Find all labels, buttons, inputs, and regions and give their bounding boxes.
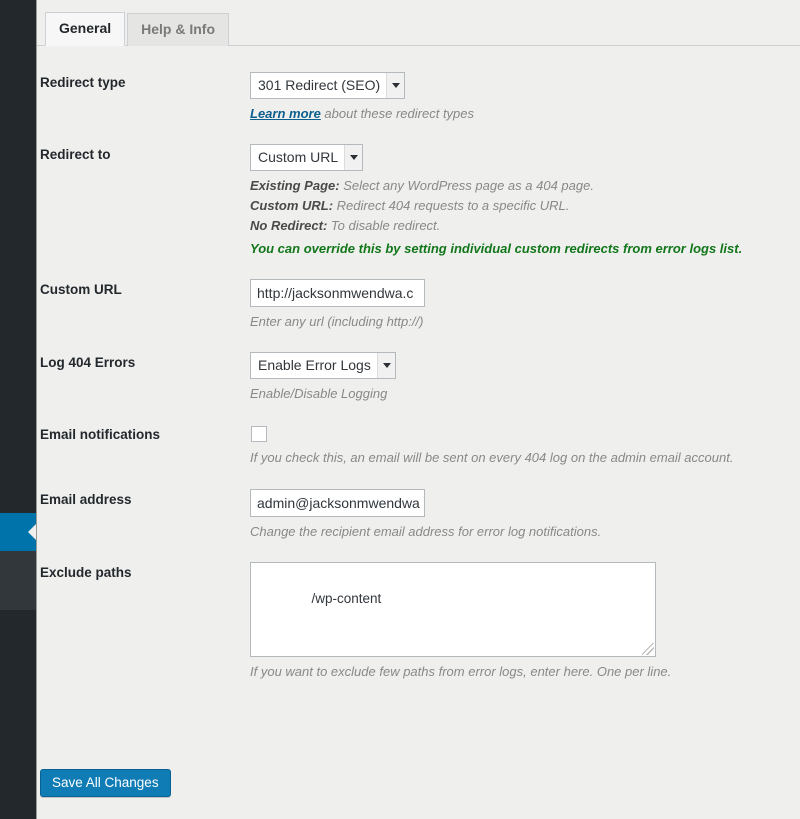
tab-bar: General Help & Info [37, 12, 800, 46]
row-redirect-to: Redirect to Custom URL Existing Page: Se… [37, 134, 800, 269]
redirect-type-description: Learn more about these redirect types [250, 104, 790, 124]
custom-url-description: Enter any url (including http://) [250, 312, 790, 332]
label-redirect-to: Redirect to [37, 134, 245, 269]
cell-email-notifications: If you check this, an email will be sent… [245, 414, 800, 479]
desc-custom-url-label: Custom URL: [250, 198, 333, 213]
admin-sidebar: nt [0, 0, 36, 819]
sidebar-cut-off-label: nt [0, 706, 36, 721]
label-email-address: Email address [37, 479, 245, 552]
custom-url-input[interactable]: http://jacksonmwendwa.c [250, 279, 425, 307]
label-exclude-paths: Exclude paths [37, 552, 245, 692]
log-404-errors-description: Enable/Disable Logging [250, 384, 790, 404]
row-log-404-errors: Log 404 Errors Enable Error Logs Enable/… [37, 342, 800, 414]
resize-handle-icon[interactable] [642, 643, 654, 655]
row-exclude-paths: Exclude paths /wp-content If you want to… [37, 552, 800, 692]
desc-no-redirect-text: To disable redirect. [327, 218, 440, 233]
redirect-to-select[interactable]: Custom URL [250, 144, 363, 171]
log-404-errors-select[interactable]: Enable Error Logs [250, 352, 396, 379]
submit-area: Save All Changes [40, 769, 171, 797]
chevron-down-icon [377, 353, 395, 378]
email-notifications-checkbox[interactable] [251, 426, 267, 442]
tab-help-and-info[interactable]: Help & Info [127, 13, 229, 46]
exclude-paths-description: If you want to exclude few paths from er… [250, 662, 790, 682]
desc-existing-page-label: Existing Page: [250, 178, 340, 193]
row-redirect-type: Redirect type 301 Redirect (SEO) Learn m… [37, 62, 800, 134]
redirect-to-description: Existing Page: Select any WordPress page… [250, 176, 790, 259]
email-address-input[interactable]: admin@jacksonmwendwa [250, 489, 425, 517]
desc-override-notice: You can override this by setting individ… [250, 239, 790, 259]
cell-custom-url: http://jacksonmwendwa.c Enter any url (i… [245, 269, 800, 342]
settings-page: General Help & Info Redirect type 301 Re… [37, 0, 800, 819]
tab-general[interactable]: General [45, 12, 125, 46]
redirect-to-select-value: Custom URL [258, 149, 338, 165]
redirect-type-select[interactable]: 301 Redirect (SEO) [250, 72, 405, 99]
chevron-down-icon [386, 73, 404, 98]
desc-no-redirect: No Redirect: To disable redirect. [250, 216, 790, 236]
cell-redirect-type: 301 Redirect (SEO) Learn more about thes… [245, 62, 800, 134]
desc-custom-url-text: Redirect 404 requests to a specific URL. [333, 198, 569, 213]
desc-existing-page: Existing Page: Select any WordPress page… [250, 176, 790, 196]
log-404-errors-select-value: Enable Error Logs [258, 357, 371, 373]
label-custom-url: Custom URL [37, 269, 245, 342]
label-email-notifications: Email notifications [37, 414, 245, 479]
label-log-404-errors: Log 404 Errors [37, 342, 245, 414]
redirect-type-description-rest: about these redirect types [321, 106, 474, 121]
row-custom-url: Custom URL http://jacksonmwendwa.c Enter… [37, 269, 800, 342]
row-email-notifications: Email notifications If you check this, a… [37, 414, 800, 479]
chevron-down-icon [344, 145, 362, 170]
cell-log-404-errors: Enable Error Logs Enable/Disable Logging [245, 342, 800, 414]
label-redirect-type: Redirect type [37, 62, 245, 134]
exclude-paths-value: /wp-content [312, 591, 382, 606]
desc-existing-page-text: Select any WordPress page as a 404 page. [340, 178, 594, 193]
desc-no-redirect-label: No Redirect: [250, 218, 327, 233]
row-email-address: Email address admin@jacksonmwendwa Chang… [37, 479, 800, 552]
redirect-type-select-value: 301 Redirect (SEO) [258, 77, 380, 93]
sidebar-submenu-panel[interactable] [0, 551, 36, 610]
sidebar-current-menu-item[interactable] [0, 513, 36, 551]
cell-email-address: admin@jacksonmwendwa Change the recipien… [245, 479, 800, 552]
email-address-description: Change the recipient email address for e… [250, 522, 790, 542]
exclude-paths-textarea[interactable]: /wp-content [250, 562, 656, 657]
settings-form-table: Redirect type 301 Redirect (SEO) Learn m… [37, 62, 800, 692]
cell-exclude-paths: /wp-content If you want to exclude few p… [245, 552, 800, 692]
save-all-changes-button[interactable]: Save All Changes [40, 769, 171, 797]
learn-more-link[interactable]: Learn more [250, 106, 321, 121]
desc-custom-url: Custom URL: Redirect 404 requests to a s… [250, 196, 790, 216]
cell-redirect-to: Custom URL Existing Page: Select any Wor… [245, 134, 800, 269]
page-root: nt General Help & Info Redirect type 301… [0, 0, 800, 819]
email-notifications-description: If you check this, an email will be sent… [250, 448, 790, 468]
